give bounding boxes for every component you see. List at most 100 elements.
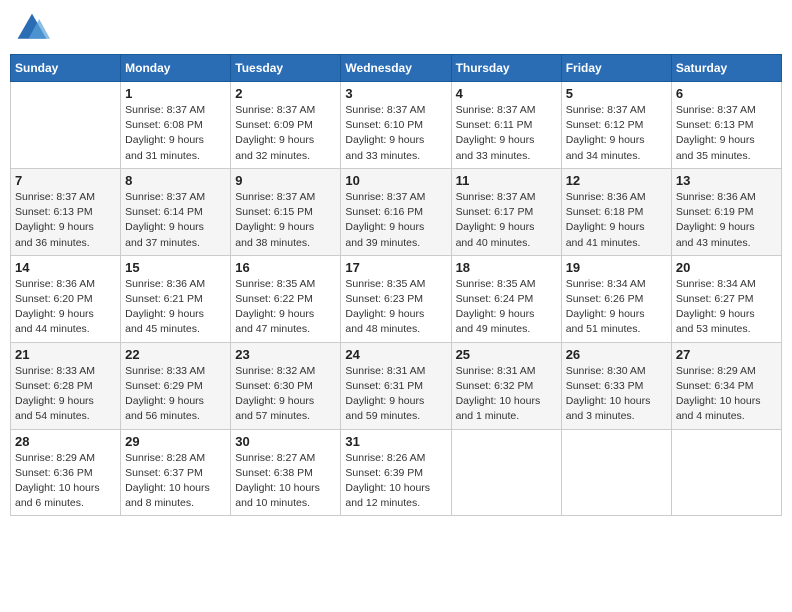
calendar-week-row: 28Sunrise: 8:29 AMSunset: 6:36 PMDayligh… bbox=[11, 429, 782, 516]
day-number: 14 bbox=[15, 260, 116, 275]
day-of-week-header: Friday bbox=[561, 55, 671, 82]
day-number: 31 bbox=[345, 434, 446, 449]
day-number: 3 bbox=[345, 86, 446, 101]
day-of-week-header: Sunday bbox=[11, 55, 121, 82]
day-info: Sunrise: 8:37 AMSunset: 6:11 PMDaylight:… bbox=[456, 103, 557, 164]
day-of-week-header: Monday bbox=[121, 55, 231, 82]
logo-icon bbox=[14, 10, 50, 46]
day-number: 25 bbox=[456, 347, 557, 362]
calendar-cell: 31 Sunrise: 8:26 AMSunset: 6:39 PMDayligh… bbox=[341, 429, 451, 516]
day-info: Sunrise: 8:34 AMSunset: 6:27 PMDaylight:… bbox=[676, 277, 777, 338]
calendar-cell: 11Sunrise: 8:37 AMSunset: 6:17 PMDayligh… bbox=[451, 168, 561, 255]
calendar-cell: 15 Sunrise: 8:36 AMSunset: 6:21 PMDayligh… bbox=[121, 255, 231, 342]
day-number: 5 bbox=[566, 86, 667, 101]
day-number: 29 bbox=[125, 434, 226, 449]
page-header bbox=[10, 10, 782, 46]
day-info: Sunrise: 8:37 AMSunset: 6:10 PMDaylight:… bbox=[345, 103, 446, 164]
calendar-cell: 25 Sunrise: 8:31 AMSunset: 6:32 PMDayligh… bbox=[451, 342, 561, 429]
day-number: 26 bbox=[566, 347, 667, 362]
calendar-cell: 23 Sunrise: 8:32 AMSunset: 6:30 PMDayligh… bbox=[231, 342, 341, 429]
day-number: 12 bbox=[566, 173, 667, 188]
day-info: Sunrise: 8:34 AMSunset: 6:26 PMDaylight:… bbox=[566, 277, 667, 338]
calendar-cell: 22 Sunrise: 8:33 AMSunset: 6:29 PMDayligh… bbox=[121, 342, 231, 429]
day-info: Sunrise: 8:36 AMSunset: 6:20 PMDaylight:… bbox=[15, 277, 116, 338]
calendar-cell: 13Sunrise: 8:36 AMSunset: 6:19 PMDayligh… bbox=[671, 168, 781, 255]
day-number: 7 bbox=[15, 173, 116, 188]
day-info: Sunrise: 8:31 AMSunset: 6:31 PMDaylight:… bbox=[345, 364, 446, 425]
day-number: 27 bbox=[676, 347, 777, 362]
day-of-week-header: Tuesday bbox=[231, 55, 341, 82]
day-number: 16 bbox=[235, 260, 336, 275]
calendar-cell: 21 Sunrise: 8:33 AMSunset: 6:28 PMDayligh… bbox=[11, 342, 121, 429]
day-info: Sunrise: 8:37 AMSunset: 6:15 PMDaylight:… bbox=[235, 190, 336, 251]
calendar-week-row: 1 Sunrise: 8:37 AMSunset: 6:08 PMDaylight… bbox=[11, 82, 782, 169]
day-number: 21 bbox=[15, 347, 116, 362]
calendar-cell: 4 Sunrise: 8:37 AMSunset: 6:11 PMDaylight… bbox=[451, 82, 561, 169]
calendar-cell: 8 Sunrise: 8:37 AMSunset: 6:14 PMDaylight… bbox=[121, 168, 231, 255]
calendar-cell: 1 Sunrise: 8:37 AMSunset: 6:08 PMDaylight… bbox=[121, 82, 231, 169]
day-number: 19 bbox=[566, 260, 667, 275]
day-info: Sunrise: 8:37 AMSunset: 6:16 PMDaylight:… bbox=[345, 190, 446, 251]
day-info: Sunrise: 8:28 AMSunset: 6:37 PMDaylight:… bbox=[125, 451, 226, 512]
day-info: Sunrise: 8:37 AMSunset: 6:13 PMDaylight:… bbox=[15, 190, 116, 251]
calendar-week-row: 7 Sunrise: 8:37 AMSunset: 6:13 PMDaylight… bbox=[11, 168, 782, 255]
day-of-week-header: Wednesday bbox=[341, 55, 451, 82]
calendar-cell: 2Sunrise: 8:37 AMSunset: 6:09 PMDaylight… bbox=[231, 82, 341, 169]
calendar-cell: 27 Sunrise: 8:29 AMSunset: 6:34 PMDayligh… bbox=[671, 342, 781, 429]
calendar-cell: 28Sunrise: 8:29 AMSunset: 6:36 PMDayligh… bbox=[11, 429, 121, 516]
calendar-table: SundayMondayTuesdayWednesdayThursdayFrid… bbox=[10, 54, 782, 516]
day-info: Sunrise: 8:29 AMSunset: 6:34 PMDaylight:… bbox=[676, 364, 777, 425]
calendar-cell: 29 Sunrise: 8:28 AMSunset: 6:37 PMDayligh… bbox=[121, 429, 231, 516]
calendar-cell bbox=[671, 429, 781, 516]
day-info: Sunrise: 8:37 AMSunset: 6:09 PMDaylight:… bbox=[235, 103, 336, 164]
day-number: 18 bbox=[456, 260, 557, 275]
day-info: Sunrise: 8:31 AMSunset: 6:32 PMDaylight:… bbox=[456, 364, 557, 425]
day-number: 23 bbox=[235, 347, 336, 362]
day-number: 24 bbox=[345, 347, 446, 362]
day-info: Sunrise: 8:36 AMSunset: 6:19 PMDaylight:… bbox=[676, 190, 777, 251]
calendar-cell bbox=[451, 429, 561, 516]
day-info: Sunrise: 8:37 AMSunset: 6:08 PMDaylight:… bbox=[125, 103, 226, 164]
day-info: Sunrise: 8:32 AMSunset: 6:30 PMDaylight:… bbox=[235, 364, 336, 425]
day-info: Sunrise: 8:36 AMSunset: 6:21 PMDaylight:… bbox=[125, 277, 226, 338]
day-number: 17 bbox=[345, 260, 446, 275]
day-info: Sunrise: 8:37 AMSunset: 6:14 PMDaylight:… bbox=[125, 190, 226, 251]
day-number: 15 bbox=[125, 260, 226, 275]
calendar-cell: 17Sunrise: 8:35 AMSunset: 6:23 PMDayligh… bbox=[341, 255, 451, 342]
calendar-cell: 26 Sunrise: 8:30 AMSunset: 6:33 PMDayligh… bbox=[561, 342, 671, 429]
day-number: 4 bbox=[456, 86, 557, 101]
day-of-week-header: Saturday bbox=[671, 55, 781, 82]
day-number: 6 bbox=[676, 86, 777, 101]
calendar-cell: 10 Sunrise: 8:37 AMSunset: 6:16 PMDayligh… bbox=[341, 168, 451, 255]
calendar-week-row: 14 Sunrise: 8:36 AMSunset: 6:20 PMDayligh… bbox=[11, 255, 782, 342]
calendar-cell: 18 Sunrise: 8:35 AMSunset: 6:24 PMDayligh… bbox=[451, 255, 561, 342]
calendar-cell: 24 Sunrise: 8:31 AMSunset: 6:31 PMDayligh… bbox=[341, 342, 451, 429]
calendar-cell bbox=[561, 429, 671, 516]
day-info: Sunrise: 8:29 AMSunset: 6:36 PMDaylight:… bbox=[15, 451, 116, 512]
calendar-cell: 12 Sunrise: 8:36 AMSunset: 6:18 PMDayligh… bbox=[561, 168, 671, 255]
calendar-cell: 16Sunrise: 8:35 AMSunset: 6:22 PMDayligh… bbox=[231, 255, 341, 342]
day-number: 22 bbox=[125, 347, 226, 362]
calendar-cell: 6 Sunrise: 8:37 AMSunset: 6:13 PMDaylight… bbox=[671, 82, 781, 169]
day-info: Sunrise: 8:36 AMSunset: 6:18 PMDaylight:… bbox=[566, 190, 667, 251]
day-info: Sunrise: 8:33 AMSunset: 6:28 PMDaylight:… bbox=[15, 364, 116, 425]
day-info: Sunrise: 8:33 AMSunset: 6:29 PMDaylight:… bbox=[125, 364, 226, 425]
day-number: 1 bbox=[125, 86, 226, 101]
day-number: 20 bbox=[676, 260, 777, 275]
day-number: 10 bbox=[345, 173, 446, 188]
day-number: 9 bbox=[235, 173, 336, 188]
day-info: Sunrise: 8:35 AMSunset: 6:24 PMDaylight:… bbox=[456, 277, 557, 338]
day-info: Sunrise: 8:30 AMSunset: 6:33 PMDaylight:… bbox=[566, 364, 667, 425]
calendar-header-row: SundayMondayTuesdayWednesdayThursdayFrid… bbox=[11, 55, 782, 82]
calendar-cell: 7 Sunrise: 8:37 AMSunset: 6:13 PMDaylight… bbox=[11, 168, 121, 255]
calendar-cell: 3 Sunrise: 8:37 AMSunset: 6:10 PMDaylight… bbox=[341, 82, 451, 169]
calendar-cell: 14 Sunrise: 8:36 AMSunset: 6:20 PMDayligh… bbox=[11, 255, 121, 342]
calendar-cell: 30 Sunrise: 8:27 AMSunset: 6:38 PMDayligh… bbox=[231, 429, 341, 516]
day-info: Sunrise: 8:37 AMSunset: 6:13 PMDaylight:… bbox=[676, 103, 777, 164]
day-number: 30 bbox=[235, 434, 336, 449]
day-info: Sunrise: 8:37 AMSunset: 6:17 PMDaylight:… bbox=[456, 190, 557, 251]
day-info: Sunrise: 8:27 AMSunset: 6:38 PMDaylight:… bbox=[235, 451, 336, 512]
calendar-cell: 9 Sunrise: 8:37 AMSunset: 6:15 PMDaylight… bbox=[231, 168, 341, 255]
day-number: 8 bbox=[125, 173, 226, 188]
day-info: Sunrise: 8:26 AMSunset: 6:39 PMDaylight:… bbox=[345, 451, 446, 512]
